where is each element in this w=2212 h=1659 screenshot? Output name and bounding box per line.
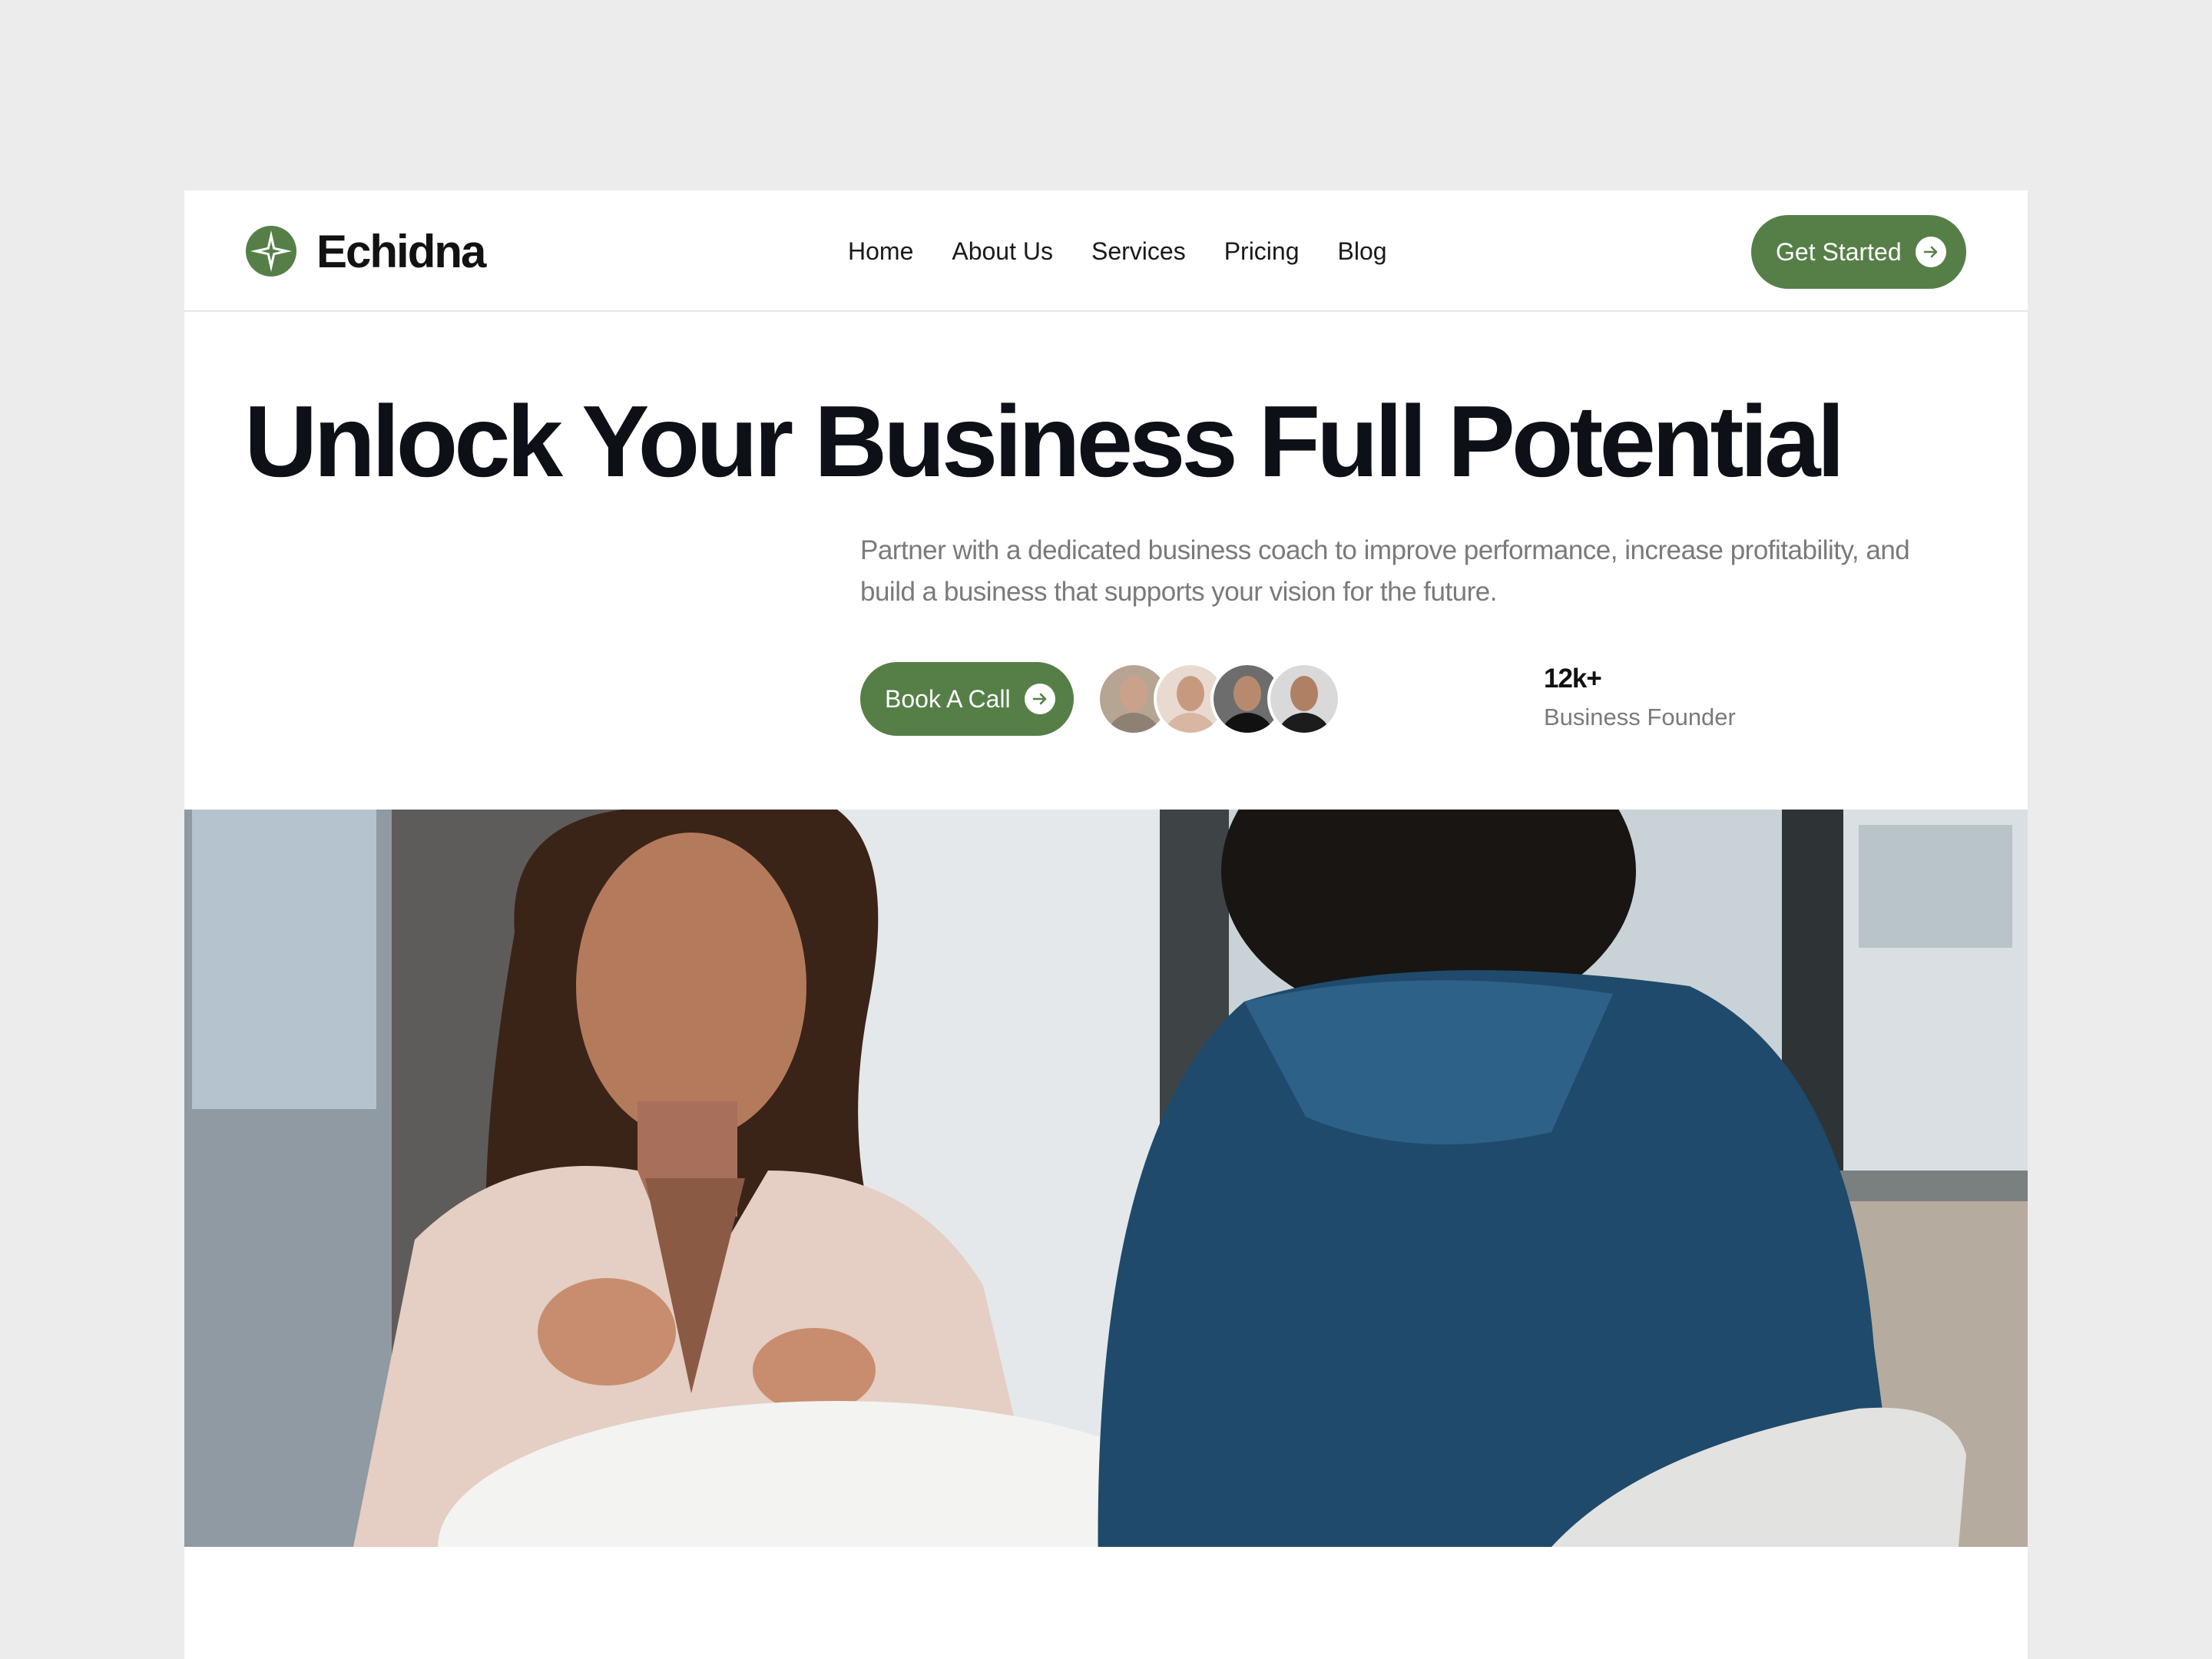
nav-item-blog[interactable]: Blog xyxy=(1338,237,1387,266)
nav-item-pricing[interactable]: Pricing xyxy=(1224,237,1300,266)
hero-title: Unlock Your Business Full Potential xyxy=(244,385,1845,498)
site-header: Echidna Home About Us Services Pricing B… xyxy=(184,190,2028,312)
page-card: Echidna Home About Us Services Pricing B… xyxy=(184,190,2028,1659)
get-started-button[interactable]: Get Started xyxy=(1751,215,1966,289)
founder-count: 12k+ xyxy=(1544,664,1602,694)
arrow-right-icon xyxy=(1915,237,1946,267)
arrow-right-icon xyxy=(1024,684,1055,714)
founder-avatars xyxy=(1097,662,1341,736)
brand-logo[interactable]: Echidna xyxy=(246,225,486,277)
nav-item-home[interactable]: Home xyxy=(848,237,913,266)
book-a-call-button[interactable]: Book A Call xyxy=(860,662,1074,736)
avatar xyxy=(1267,662,1341,736)
main-nav: Home About Us Services Pricing Blog xyxy=(848,233,1387,269)
compass-star-icon xyxy=(246,226,296,276)
founder-count-label: Business Founder xyxy=(1544,704,1736,730)
nav-item-services[interactable]: Services xyxy=(1091,237,1186,266)
nav-item-about-us[interactable]: About Us xyxy=(952,237,1053,266)
brand-name: Echidna xyxy=(316,225,486,277)
hero-photo xyxy=(184,810,2028,1547)
get-started-label: Get Started xyxy=(1776,237,1902,266)
book-a-call-label: Book A Call xyxy=(885,684,1011,713)
hero-subtitle: Partner with a dedicated business coach … xyxy=(860,535,1910,607)
